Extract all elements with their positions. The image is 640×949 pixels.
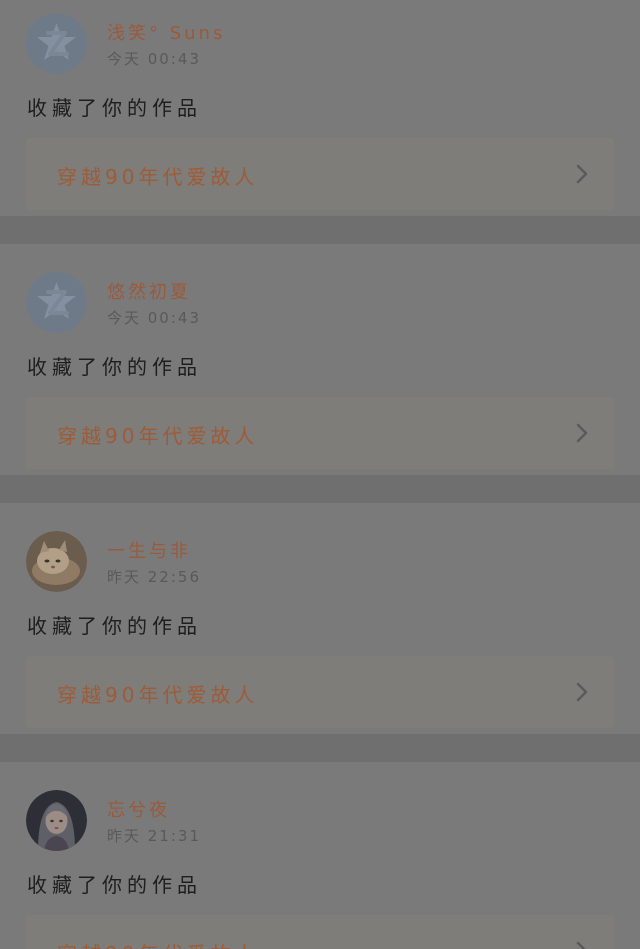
notification-card: 一生与非 昨天 22:56 收藏了你的作品 穿越90年代爱故人: [0, 503, 640, 734]
chevron-right-icon: [576, 682, 588, 702]
work-title: 穿越90年代爱故人: [57, 165, 259, 189]
username[interactable]: 悠然初夏: [107, 278, 191, 304]
work-link[interactable]: 穿越90年代爱故人: [26, 656, 614, 728]
qq-default-avatar-icon[interactable]: [26, 272, 87, 333]
favorites-notification-feed: 浅笑° Suns 今天 00:43 收藏了你的作品 穿越90年代爱故人 悠然初夏…: [0, 0, 640, 949]
action-text: 收藏了你的作品: [27, 355, 202, 379]
action-text: 收藏了你的作品: [27, 614, 202, 638]
kitten-photo-avatar[interactable]: [26, 531, 87, 592]
chevron-right-icon: [576, 164, 588, 184]
username[interactable]: 一生与非: [107, 537, 191, 563]
work-link[interactable]: 穿越90年代爱故人: [26, 915, 614, 949]
action-text: 收藏了你的作品: [27, 873, 202, 897]
username[interactable]: 浅笑° Suns: [107, 19, 225, 45]
timestamp: 昨天 21:31: [107, 827, 201, 845]
timestamp: 今天 00:43: [107, 50, 201, 68]
notification-card: 忘兮夜 昨天 21:31 收藏了你的作品 穿越90年代爱故人: [0, 762, 640, 949]
notification-card: 悠然初夏 今天 00:43 收藏了你的作品 穿越90年代爱故人: [0, 244, 640, 475]
chevron-right-icon: [576, 423, 588, 443]
username[interactable]: 忘兮夜: [107, 796, 170, 822]
work-title: 穿越90年代爱故人: [57, 938, 258, 949]
timestamp: 今天 00:43: [107, 309, 201, 327]
chevron-right-icon: [576, 941, 586, 949]
action-text: 收藏了你的作品: [27, 96, 202, 120]
work-title: 穿越90年代爱故人: [57, 683, 259, 707]
work-title: 穿越90年代爱故人: [57, 424, 259, 448]
qq-default-avatar-icon[interactable]: [26, 13, 87, 74]
work-link[interactable]: 穿越90年代爱故人: [26, 397, 614, 469]
work-link[interactable]: 穿越90年代爱故人: [26, 138, 614, 210]
notification-card: 浅笑° Suns 今天 00:43 收藏了你的作品 穿越90年代爱故人: [0, 0, 640, 216]
timestamp: 昨天 22:56: [107, 568, 201, 586]
girl-portrait-avatar[interactable]: [26, 790, 87, 851]
